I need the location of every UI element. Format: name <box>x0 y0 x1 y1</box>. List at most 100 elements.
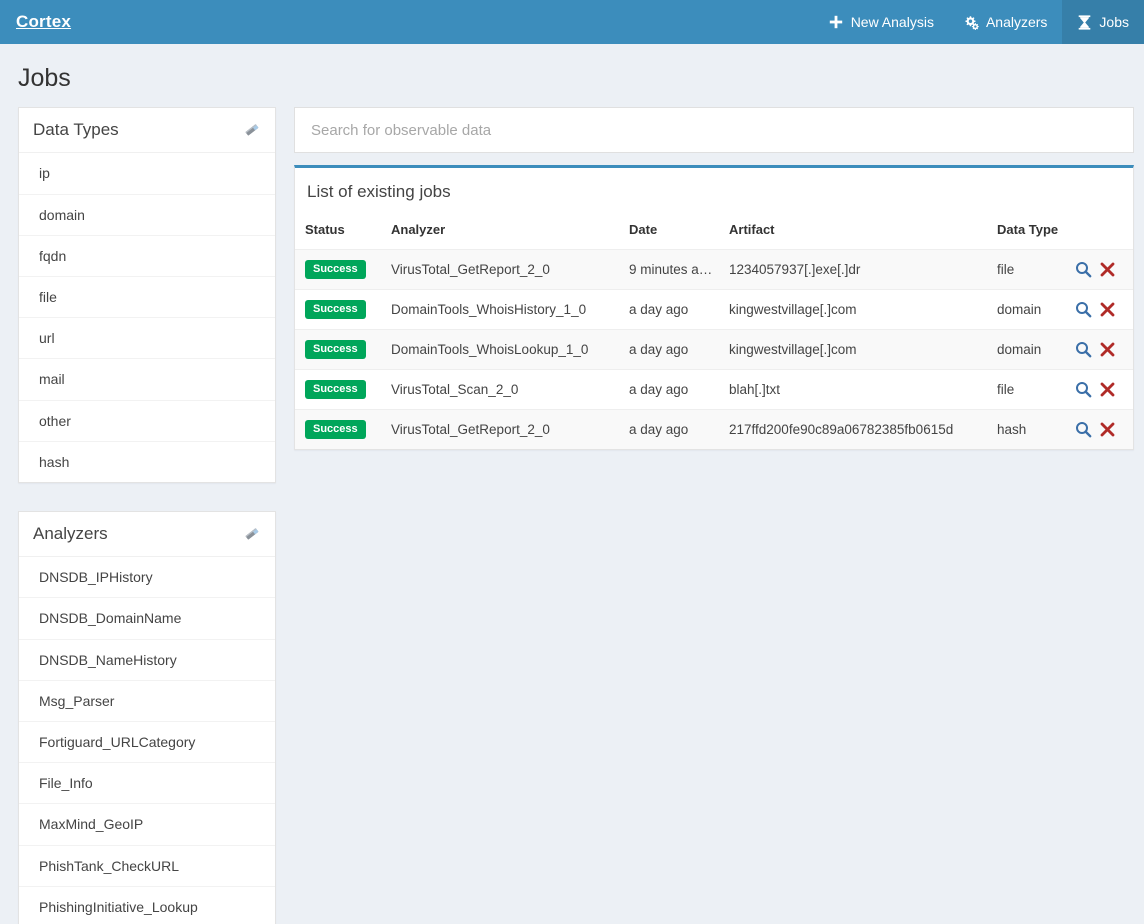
analyzer-item-phishinginitiative-lookup[interactable]: PhishingInitiative_Lookup <box>19 886 275 924</box>
analyzer-item-msg-parser[interactable]: Msg_Parser <box>19 680 275 721</box>
nav-item-jobs[interactable]: Jobs <box>1062 0 1144 44</box>
jobs-panel-header: List of existing jobs <box>295 168 1133 214</box>
data-types-panel: Data Types ip domain fqdn file url <box>18 107 276 483</box>
times-icon[interactable] <box>1099 261 1116 278</box>
table-row[interactable]: Success VirusTotal_Scan_2_0 a day ago bl… <box>295 370 1133 410</box>
data-type-item-mail[interactable]: mail <box>19 358 275 399</box>
row-artifact-cell: blah[.]txt <box>721 370 989 410</box>
gears-icon <box>964 15 979 30</box>
jobs-table-body: Success VirusTotal_GetReport_2_0 9 minut… <box>295 250 1133 450</box>
analyzer-item-phishtank-checkurl[interactable]: PhishTank_CheckURL <box>19 845 275 886</box>
row-analyzer-cell: VirusTotal_Scan_2_0 <box>383 370 621 410</box>
row-date-cell: a day ago <box>621 330 721 370</box>
row-date-cell: a day ago <box>621 370 721 410</box>
row-data-type-cell: domain <box>989 290 1067 330</box>
eraser-icon[interactable] <box>243 525 261 543</box>
row-analyzer-cell: VirusTotal_GetReport_2_0 <box>383 410 621 450</box>
times-icon[interactable] <box>1099 341 1116 358</box>
row-date-cell: a day ago <box>621 410 721 450</box>
row-actions-cell <box>1067 290 1133 330</box>
nav-item-label: Jobs <box>1099 14 1129 30</box>
row-analyzer-cell: DomainTools_WhoisHistory_1_0 <box>383 290 621 330</box>
row-status-cell: Success <box>295 290 383 330</box>
row-status-cell: Success <box>295 370 383 410</box>
row-analyzer-cell: DomainTools_WhoisLookup_1_0 <box>383 330 621 370</box>
nav-item-new-analysis[interactable]: New Analysis <box>814 0 949 44</box>
row-status-cell: Success <box>295 250 383 290</box>
jobs-panel: List of existing jobs Status Analyzer Da… <box>294 165 1134 450</box>
analyzers-panel: Analyzers DNSDB_IPHistory DNSDB_DomainNa… <box>18 511 276 924</box>
row-artifact-cell: 217ffd200fe90c89a06782385fb0615d <box>721 410 989 450</box>
analyzers-header: Analyzers <box>19 512 275 557</box>
row-status-cell: Success <box>295 410 383 450</box>
jobs-table-head: Status Analyzer Date Artifact Data Type <box>295 214 1133 250</box>
analyzer-item-fortiguard-urlcategory[interactable]: Fortiguard_URLCategory <box>19 721 275 762</box>
analyzer-item-dnsdb-domainname[interactable]: DNSDB_DomainName <box>19 597 275 638</box>
analyzer-item-dnsdb-namehistory[interactable]: DNSDB_NameHistory <box>19 639 275 680</box>
data-type-item-hash[interactable]: hash <box>19 441 275 482</box>
page-title: Jobs <box>0 44 1144 107</box>
column-header-actions <box>1067 214 1133 250</box>
analyzers-list: DNSDB_IPHistory DNSDB_DomainName DNSDB_N… <box>19 557 275 924</box>
search-icon[interactable] <box>1075 381 1092 398</box>
data-type-item-other[interactable]: other <box>19 400 275 441</box>
jobs-table: Status Analyzer Date Artifact Data Type … <box>295 214 1133 449</box>
hourglass-icon <box>1077 15 1092 30</box>
status-badge: Success <box>305 260 366 279</box>
row-date-cell: a day ago <box>621 290 721 330</box>
search-icon[interactable] <box>1075 301 1092 318</box>
row-status-cell: Success <box>295 330 383 370</box>
analyzer-item-maxmind-geoip[interactable]: MaxMind_GeoIP <box>19 803 275 844</box>
analyzer-item-dnsdb-iphistory[interactable]: DNSDB_IPHistory <box>19 557 275 597</box>
column-header-analyzer: Analyzer <box>383 214 621 250</box>
search-icon[interactable] <box>1075 261 1092 278</box>
plus-icon <box>829 15 844 30</box>
column-header-artifact: Artifact <box>721 214 989 250</box>
times-icon[interactable] <box>1099 301 1116 318</box>
row-actions-cell <box>1067 330 1133 370</box>
row-date-cell: 9 minutes ago <box>621 250 721 290</box>
analyzers-title: Analyzers <box>33 524 108 544</box>
search-bar <box>294 107 1134 153</box>
page-layout: Data Types ip domain fqdn file url <box>0 107 1144 924</box>
table-row[interactable]: Success DomainTools_WhoisHistory_1_0 a d… <box>295 290 1133 330</box>
row-actions-cell <box>1067 370 1133 410</box>
column-header-status: Status <box>295 214 383 250</box>
table-row[interactable]: Success DomainTools_WhoisLookup_1_0 a da… <box>295 330 1133 370</box>
status-badge: Success <box>305 300 366 319</box>
eraser-icon[interactable] <box>243 121 261 139</box>
data-type-item-ip[interactable]: ip <box>19 153 275 193</box>
brand-logo[interactable]: Cortex <box>0 0 87 44</box>
times-icon[interactable] <box>1099 381 1116 398</box>
status-badge: Success <box>305 340 366 359</box>
row-data-type-cell: domain <box>989 330 1067 370</box>
nav-item-label: New Analysis <box>851 14 934 30</box>
analyzer-item-file-info[interactable]: File_Info <box>19 762 275 803</box>
row-data-type-cell: hash <box>989 410 1067 450</box>
row-actions-cell <box>1067 250 1133 290</box>
search-icon[interactable] <box>1075 341 1092 358</box>
search-icon[interactable] <box>1075 421 1092 438</box>
sidebar: Data Types ip domain fqdn file url <box>18 107 276 924</box>
top-navbar: Cortex New Analysis <box>0 0 1144 44</box>
table-row[interactable]: Success VirusTotal_GetReport_2_0 9 minut… <box>295 250 1133 290</box>
column-header-date: Date <box>621 214 721 250</box>
row-artifact-cell: kingwestvillage[.]com <box>721 330 989 370</box>
data-types-list: ip domain fqdn file url mail other hash <box>19 153 275 482</box>
row-analyzer-cell: VirusTotal_GetReport_2_0 <box>383 250 621 290</box>
times-icon[interactable] <box>1099 421 1116 438</box>
nav-item-analyzers[interactable]: Analyzers <box>949 0 1062 44</box>
brand-label: Cortex <box>16 12 71 32</box>
main-content: List of existing jobs Status Analyzer Da… <box>294 107 1134 450</box>
data-type-item-file[interactable]: file <box>19 276 275 317</box>
table-row[interactable]: Success VirusTotal_GetReport_2_0 a day a… <box>295 410 1133 450</box>
status-badge: Success <box>305 380 366 399</box>
table-header-row: Status Analyzer Date Artifact Data Type <box>295 214 1133 250</box>
data-type-item-url[interactable]: url <box>19 317 275 358</box>
jobs-panel-title: List of existing jobs <box>307 182 451 201</box>
data-type-item-fqdn[interactable]: fqdn <box>19 235 275 276</box>
column-header-data-type: Data Type <box>989 214 1067 250</box>
data-type-item-domain[interactable]: domain <box>19 194 275 235</box>
search-input[interactable] <box>294 107 1134 153</box>
nav-item-label: Analyzers <box>986 14 1047 30</box>
